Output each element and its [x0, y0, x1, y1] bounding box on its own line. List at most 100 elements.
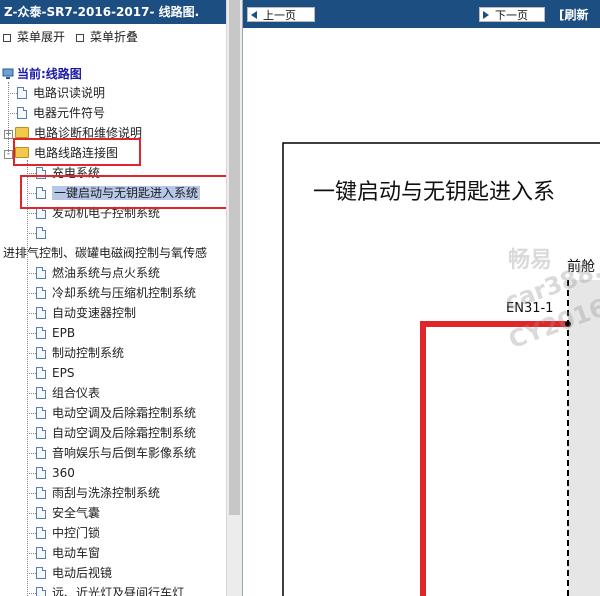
tree-connector [27, 553, 36, 554]
tree-connector [27, 233, 36, 234]
document-icon [36, 527, 46, 539]
tree-item-label: 音响娱乐与后倒车影像系统 [52, 446, 197, 460]
tree-scrollbar-thumb[interactable] [229, 0, 240, 515]
tree-connector [27, 293, 36, 294]
tree-root-current[interactable]: 当前:线路图 [2, 66, 82, 82]
tree-item[interactable]: EPB [36, 324, 75, 342]
tree-item-label: EPB [52, 326, 76, 340]
highlight-box-item [20, 175, 226, 209]
prev-page-button[interactable]: 上一页 [247, 7, 315, 22]
tree-item[interactable]: 制动控制系统 [36, 344, 124, 362]
tree-item-label: 自动空调及后除霜控制系统 [52, 426, 197, 440]
tree-connector [8, 113, 17, 114]
tree-item-label: 360 [52, 466, 75, 480]
document-icon [36, 547, 46, 559]
tree-item[interactable]: 音响娱乐与后倒车影像系统 [36, 444, 196, 462]
arrow-left-icon [251, 11, 257, 19]
tree-item-label: 进排气控制、碳罐电磁阀控制与氧传感 [3, 246, 208, 260]
menu-expand[interactable]: 菜单展开 [0, 28, 65, 46]
tree-item-label: 冷却系统与压缩机控制系统 [52, 286, 197, 300]
tree-connector [27, 313, 36, 314]
wiring-diagram: 一键启动与无钥匙进入系 前舱 EN31-1 畅易 car388.co CY201… [243, 28, 600, 596]
tree-item[interactable]: 自动空调及后除霜控制系统 [36, 424, 196, 442]
tree-item-label: 中控门锁 [52, 526, 101, 540]
tree-item[interactable]: EPS [36, 364, 74, 382]
computer-icon [2, 68, 14, 79]
tree-connector [27, 213, 36, 214]
tree-connector [27, 273, 36, 274]
diagram-title: 一键启动与无钥匙进入系 [313, 180, 556, 205]
tree-item-label: 远、近光灯及昼间行车灯 [52, 586, 185, 596]
tree-connector [27, 473, 36, 474]
tree-connector [27, 173, 36, 174]
square-icon [3, 33, 11, 42]
tree-connector [27, 573, 36, 574]
refresh-link[interactable]: [刷新 [559, 8, 589, 22]
tree-connector [27, 533, 36, 534]
document-icon [36, 467, 46, 479]
tree-item-label: 电动空调及后除霜控制系统 [52, 406, 197, 420]
tree-item-label: 安全气囊 [52, 506, 101, 520]
tree-connector [8, 82, 9, 152]
document-icon [17, 107, 27, 119]
tree-item[interactable]: 燃油系统与点火系统 [36, 264, 160, 282]
highlight-box-folder [13, 138, 141, 166]
tree-menu: 菜单展开 菜单折叠 [0, 28, 146, 46]
tree-item[interactable]: 冷却系统与压缩机控制系统 [36, 284, 196, 302]
document-icon [36, 227, 46, 239]
tree-connector [27, 393, 36, 394]
document-icon [36, 447, 46, 459]
tree-item-label: 制动控制系统 [52, 346, 125, 360]
tree-connector [27, 353, 36, 354]
tree-connector [27, 373, 36, 374]
document-icon [36, 487, 46, 499]
menu-collapse[interactable]: 菜单折叠 [73, 28, 138, 46]
document-icon [36, 587, 46, 596]
watermark-text: 畅易 [508, 248, 553, 273]
document-icon [36, 367, 46, 379]
tree-item-label: 燃油系统与点火系统 [52, 266, 161, 280]
tree-item[interactable]: 自动变速器控制 [36, 304, 136, 322]
tree-item-label: 组合仪表 [52, 386, 101, 400]
tree-item[interactable]: 电器元件符号 [17, 104, 105, 122]
document-icon [36, 327, 46, 339]
tree-connector [8, 93, 17, 94]
document-icon [17, 87, 27, 99]
arrow-right-icon [483, 11, 489, 19]
window-title: Z-众泰-SR7-2016-2017- 线路图. [0, 0, 226, 24]
tree-item[interactable]: 安全气囊 [36, 504, 100, 522]
diagram-viewer: 上一页 下一页 [刷新 一键启动与无钥匙进入系 前舱 EN31-1 畅易 car… [242, 0, 600, 596]
tree-item[interactable]: 360 [36, 464, 75, 482]
tree-connector [27, 513, 36, 514]
diagram-frame [282, 142, 600, 596]
document-icon [36, 287, 46, 299]
tree-connector [27, 593, 36, 594]
viewer-toolbar: 上一页 下一页 [刷新 [243, 0, 600, 28]
tree-item-label: EPS [52, 366, 75, 380]
tree-connector [27, 433, 36, 434]
document-icon [36, 407, 46, 419]
document-icon [36, 307, 46, 319]
document-icon [36, 427, 46, 439]
tree-connector [27, 453, 36, 454]
tree-item[interactable]: 雨刮与洗涤控制系统 [36, 484, 160, 502]
tree-item[interactable]: 组合仪表 [36, 384, 100, 402]
wire-red [420, 321, 568, 596]
tree-connector [27, 333, 36, 334]
tree-item-label: 自动变速器控制 [52, 306, 137, 320]
square-icon [76, 33, 85, 42]
tree-item[interactable] [36, 224, 52, 242]
document-icon [36, 507, 46, 519]
tree-item[interactable]: 中控门锁 [36, 524, 100, 542]
tree-item[interactable]: 电动后视镜 [36, 564, 112, 582]
tree-item[interactable]: 远、近光灯及昼间行车灯 [36, 584, 184, 596]
tree-scrollbar[interactable] [226, 0, 242, 596]
tree-item-wrapped-text[interactable]: 进排气控制、碳罐电磁阀控制与氧传感 [3, 244, 207, 262]
tree-item[interactable]: 电路识读说明 [17, 84, 105, 102]
tree-panel: Z-众泰-SR7-2016-2017- 线路图. 菜单展开 菜单折叠 当前:线路图… [0, 0, 226, 596]
tree-item-label: 电动车窗 [52, 546, 101, 560]
tree-item[interactable]: 电动空调及后除霜控制系统 [36, 404, 196, 422]
document-icon [36, 267, 46, 279]
next-page-button[interactable]: 下一页 [479, 7, 545, 22]
tree-item[interactable]: 电动车窗 [36, 544, 100, 562]
